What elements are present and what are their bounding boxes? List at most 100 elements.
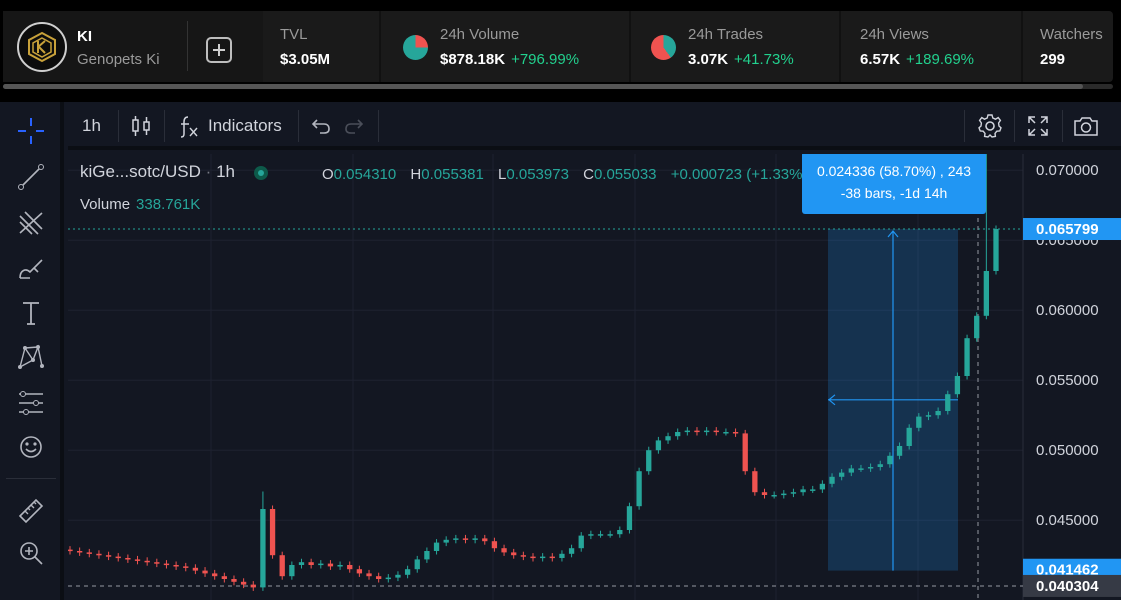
settings-button[interactable] [977,102,1003,150]
candle-body [974,315,980,339]
volume-legend: Volume 338.761K [80,196,200,213]
price-tick-label: 0.045000 [1036,512,1099,529]
stat-trades: 24h Trades 3.07K +41.73% [631,11,839,82]
divider [164,110,165,142]
candle-body [96,553,102,556]
close-value: 0.055033 [593,166,657,183]
candle-body [829,476,835,484]
candle-body [491,541,498,549]
stat-value: 299 [1040,51,1066,68]
candle-body [790,492,797,494]
candle-body [723,432,729,434]
candle-body [800,489,806,493]
candle-body [839,472,845,477]
price-tick-label: 0.070000 [1036,162,1099,179]
brush-tool[interactable] [14,252,48,286]
stat-volume: 24h Volume $878.18K +796.99% [381,11,629,82]
scrollbar-thumb[interactable] [3,84,1083,89]
screenshot-button[interactable] [1072,102,1100,150]
divider [378,110,379,142]
add-watchlist-button[interactable] [206,37,232,63]
candle-body [742,433,748,472]
candle-body [154,562,160,564]
token-info[interactable]: KI Genopets Ki [3,11,263,82]
candle-body [105,555,112,557]
zoom-in-icon [20,542,43,565]
volume-label: Volume [80,196,131,213]
candle-body [675,432,681,437]
candle-body [144,560,150,563]
stat-label: 24h Volume [440,26,520,43]
candle-body [443,539,449,543]
indicators-button[interactable]: Indicators [178,102,282,150]
emoji-icon [20,436,42,458]
candle-body [810,489,816,491]
measure-line-2: -38 bars, -1d 14h [840,185,948,201]
fx-icon [180,116,198,138]
candle-body [848,468,854,473]
candle-body [530,556,536,559]
candle-body [752,471,758,493]
candle-body [877,464,883,467]
candle-body [318,563,324,566]
chart-widget: 1h Indicators 0.045000 0.050000 0.055000… [0,102,1121,600]
candle-body [578,535,584,549]
crosshair-tool[interactable] [14,114,48,148]
crosshair-price-badge: 0.040304 [1036,578,1099,595]
interval-button[interactable]: 1h [82,102,101,150]
undo-button[interactable] [310,102,332,150]
candles-icon [132,116,150,136]
stat-tvl: TVL $3.05M [280,11,380,82]
candlestick-chart[interactable]: 0.0450000.0500000.0550000.0600000.065000… [68,154,1121,600]
chart-type-button[interactable] [130,102,152,150]
candle-body [703,430,710,433]
legend-interval: 1h [216,162,235,181]
candle-body [221,576,227,579]
candle-body [269,509,276,556]
candle-body [327,563,334,567]
zoom-in-tool[interactable] [14,536,48,570]
chart-pane[interactable]: 0.045000 0.050000 0.055000 0.060000 0.065000… [68,154,1121,600]
forecast-tool[interactable] [14,386,48,420]
candle-body [76,551,83,553]
stat-change: +189.69% [906,51,975,68]
measure-tool[interactable] [14,492,48,526]
candle-body [732,432,739,434]
candle-body [964,338,970,376]
stat-change: +796.99% [511,51,580,68]
stat-value: 3.07K +41.73% [688,51,794,68]
candle-body [163,563,170,566]
legend-separator: · [205,162,212,181]
candle-body [260,509,266,588]
price-tick-label: 0.055000 [1036,372,1099,389]
change-value: +0.000723 (+1.33%) [670,166,808,183]
candle-body [289,565,295,577]
text-tool[interactable] [14,296,48,330]
emoji-tool[interactable] [14,430,48,464]
token-name: Genopets Ki [77,51,160,68]
candle-body [424,551,430,560]
chart-toolbar: 1h Indicators [68,102,1121,150]
candle-body [68,549,73,552]
pie-chart-icon [651,35,676,60]
candle-body [916,416,922,428]
fib-tool[interactable] [14,206,48,240]
candle-body [366,573,372,577]
candle-body [192,567,199,571]
measure-tooltip: 0.024336 (58.70%) , 243 -38 bars, -1d 14… [802,154,986,214]
candle-body [597,534,604,536]
candle-body [520,555,527,557]
trend-line-tool[interactable] [14,160,48,194]
pattern-tool[interactable] [14,340,48,374]
stat-change: +41.73% [734,51,794,68]
legend-symbol[interactable]: kiGe...sotc/USD [80,162,201,181]
candle-body [993,229,999,271]
candle-body [646,450,652,472]
undo-icon [311,119,330,134]
open-value: 0.054310 [333,166,397,183]
candle-body [404,569,411,575]
last-price-badge: 0.065799 [1036,221,1099,238]
fullscreen-button[interactable] [1026,102,1050,150]
redo-button[interactable] [343,102,365,150]
horizontal-scrollbar[interactable] [3,84,1113,89]
